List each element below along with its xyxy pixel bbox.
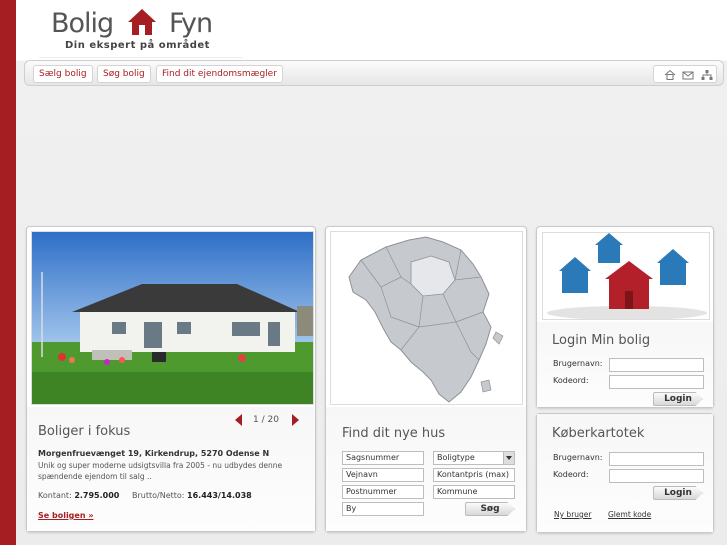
net-value: 16.443/14.038 <box>187 491 252 500</box>
forgot-password-link[interactable]: Glemt kode <box>608 510 651 519</box>
street-input[interactable]: Vejnavn <box>342 468 424 482</box>
toolbar-icons <box>653 65 717 83</box>
search-panel: Find dit nye hus Sagsnummer Boligtype Ve… <box>325 226 527 532</box>
password-label: Kodeord: <box>553 376 589 385</box>
buyer-panel: Køberkartotek Brugernavn: Kodeord: Login… <box>536 413 714 533</box>
top-navigation-bar: Sælg bolig Søg bolig Find dit ejendomsmæ… <box>24 60 724 86</box>
municipality-input[interactable]: Kommune <box>433 485 515 499</box>
buyer-username-input[interactable] <box>609 452 704 466</box>
focus-panel: 1 / 20 Boliger i fokus Morgenfruevænget … <box>26 226 316 532</box>
search-title: Find dit nye hus <box>342 426 446 441</box>
login-password-input[interactable] <box>609 375 704 389</box>
logo-house-icon <box>128 9 156 35</box>
pager-count: 1 / 20 <box>253 415 279 425</box>
previous-arrow[interactable] <box>235 414 242 426</box>
sitemap-icon[interactable] <box>701 69 713 81</box>
chevron-down-icon <box>503 452 514 464</box>
nav-find-agent[interactable]: Find dit ejendomsmægler <box>156 65 283 83</box>
buyer-title: Køberkartotek <box>552 426 645 441</box>
search-button[interactable]: Søg <box>465 502 515 516</box>
login-username-input[interactable] <box>609 358 704 372</box>
login-panel: Login Min bolig Brugernavn: Kodeord: Log… <box>536 226 714 408</box>
login-button[interactable]: Login <box>653 392 703 406</box>
property-description: Unik og super moderne udsigtsvilla fra 2… <box>38 461 283 481</box>
logo-tagline: Din ekspert på området <box>65 40 210 51</box>
buyer-password-input[interactable] <box>609 469 704 483</box>
property-type-select[interactable]: Boligtype <box>433 451 515 465</box>
property-photo[interactable] <box>31 231 314 405</box>
login-title: Login Min bolig <box>552 333 651 348</box>
property-type-value: Boligtype <box>437 453 475 462</box>
cash-value: 2.795.000 <box>74 491 120 500</box>
zip-input[interactable]: Postnummer <box>342 485 424 499</box>
logo-word-fyn: Fyn <box>169 8 213 39</box>
site-logo[interactable]: Bolig Fyn Din ekspert på området <box>39 0 243 58</box>
buyer-login-button[interactable]: Login <box>653 486 703 500</box>
see-property-link[interactable]: Se boligen » <box>38 511 93 520</box>
logo-word-bolig: Bolig <box>51 8 114 39</box>
mail-icon[interactable] <box>682 69 694 81</box>
case-number-input[interactable]: Sagsnummer <box>342 451 424 465</box>
buyer-username-label: Brugernavn: <box>553 453 603 462</box>
net-price: Brutto/Netto: 16.443/14.038 <box>132 491 252 500</box>
net-label: Brutto/Netto: <box>132 491 185 500</box>
next-arrow[interactable] <box>292 414 299 426</box>
nav-sell-home[interactable]: Sælg bolig <box>33 65 93 83</box>
buyer-password-label: Kodeord: <box>553 470 589 479</box>
city-input[interactable]: By <box>342 502 424 516</box>
houses-illustration <box>542 232 710 320</box>
region-map[interactable] <box>330 231 523 405</box>
home-icon[interactable] <box>664 69 676 81</box>
brand-stripe <box>0 0 16 545</box>
nav-search-home[interactable]: Søg bolig <box>97 65 151 83</box>
max-price-input[interactable]: Kontantpris (max) <box>433 468 515 482</box>
cash-label: Kontant: <box>38 491 72 500</box>
focus-title: Boliger i fokus <box>38 424 131 439</box>
cash-price: Kontant: 2.795.000 <box>38 491 119 500</box>
new-user-link[interactable]: Ny bruger <box>554 510 592 519</box>
property-address: Morgenfruevænget 19, Kirkendrup, 5270 Od… <box>38 449 270 458</box>
username-label: Brugernavn: <box>553 359 603 368</box>
